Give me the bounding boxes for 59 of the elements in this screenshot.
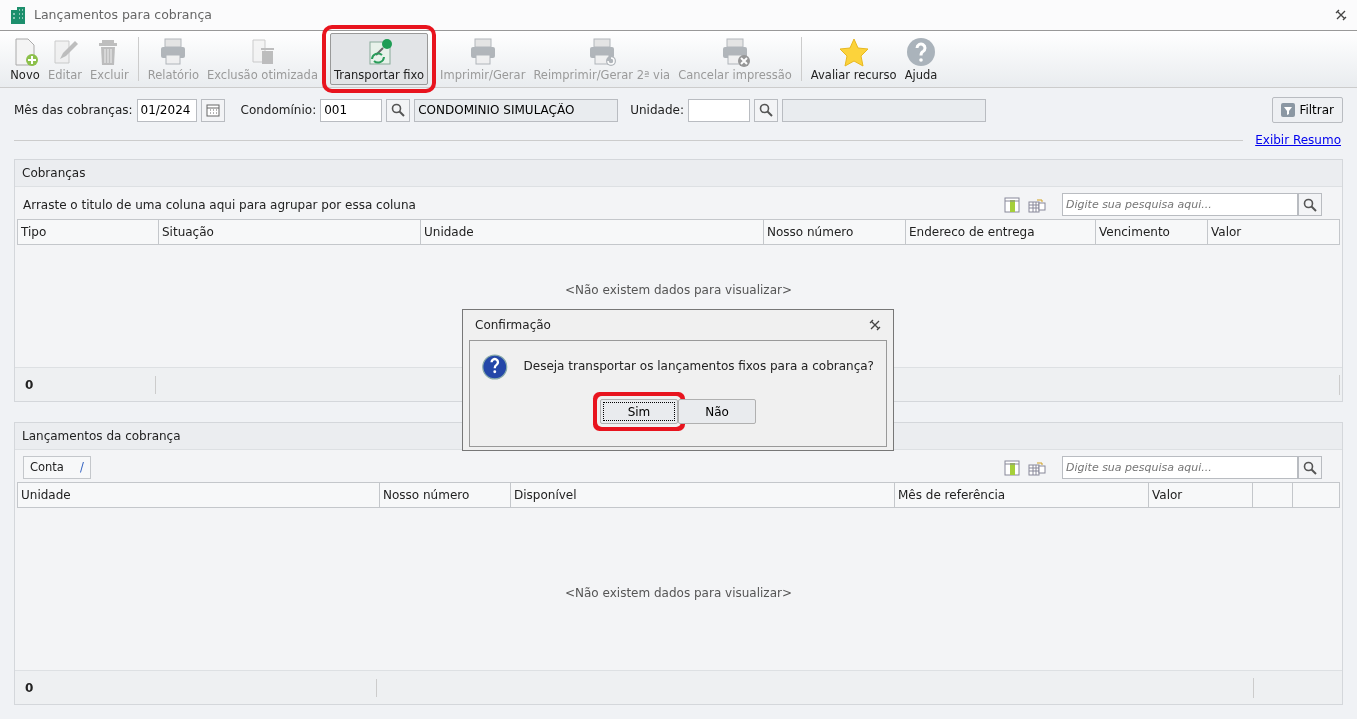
footer-count: 0 [15, 678, 377, 697]
window-title: Lançamentos para cobrança [34, 5, 213, 24]
column-header[interactable]: Disponível [511, 483, 895, 508]
unit-field[interactable] [687, 98, 750, 122]
search-button[interactable] [1298, 456, 1322, 480]
column-header[interactable]: Nosso número [380, 483, 511, 508]
search-button[interactable] [386, 98, 411, 122]
close-icon [869, 319, 881, 331]
search-icon [758, 103, 773, 117]
field-label: Mês das cobranças: [14, 102, 133, 119]
condominium-code-field[interactable]: 001 [320, 98, 383, 122]
funnel-icon [1281, 103, 1296, 117]
toolbar-button[interactable]: Novo [6, 33, 44, 85]
printer-cancel-icon [720, 36, 750, 67]
search-button[interactable] [753, 98, 778, 122]
grid-export-icon [1028, 196, 1046, 213]
search-field[interactable]: Digite sua pesquisa aqui... [1062, 456, 1298, 480]
group-chip[interactable]: Conta / [23, 456, 91, 480]
toolbar-button[interactable]: Avaliar recurso [806, 33, 901, 85]
toolbar-button[interactable]: Ajuda [900, 33, 942, 85]
empty-message: <Não existem dados para visualizar> [565, 585, 792, 603]
month-field[interactable]: 01/2024 [136, 98, 197, 122]
empty-message: <Não existem dados para visualizar> [565, 282, 792, 299]
search-field[interactable]: Digite sua pesquisa aqui... [1062, 193, 1298, 216]
grid-export-icon [1028, 459, 1046, 476]
column-header[interactable]: Vencimento [1096, 220, 1208, 244]
column-header[interactable]: Situação [159, 220, 421, 244]
field-label: Condomínio: [240, 102, 317, 119]
search-button[interactable] [1298, 193, 1322, 216]
group-hint: Arraste o titulo de uma coluna aqui para agrupar por essa coluna [23, 196, 417, 214]
column-header[interactable]: Mês de referência [895, 483, 1149, 508]
calendar-icon [205, 103, 220, 117]
star-icon [838, 36, 869, 67]
column-header[interactable]: Unidade [18, 483, 380, 508]
close-icon [1335, 9, 1347, 21]
dialog-button[interactable]: Não [678, 399, 756, 424]
columns-icon [1004, 196, 1020, 213]
column-header[interactable]: Tipo [18, 220, 159, 244]
search-icon [391, 103, 406, 117]
column-header[interactable]: Valor [1149, 483, 1253, 508]
unit-name-field[interactable] [781, 98, 986, 122]
help-icon [906, 36, 936, 67]
column-header[interactable]: Nosso número [764, 220, 906, 244]
panel-title: Cobranças [15, 160, 1342, 187]
footer-count: 0 [15, 375, 156, 394]
summary-link[interactable]: Exibir Resumo [1255, 131, 1341, 149]
filter-button[interactable]: Filtrar [1272, 97, 1343, 123]
search-icon [1303, 460, 1317, 475]
column-header[interactable]: Unidade [421, 220, 764, 244]
column-header[interactable]: Valor [1208, 220, 1340, 244]
question-icon [482, 351, 508, 383]
building-icon [10, 6, 26, 24]
columns-icon [1004, 459, 1020, 476]
dialog-title: Confirmação [475, 317, 552, 334]
field-label: Unidade: [630, 102, 684, 119]
search-icon [1303, 197, 1317, 212]
condominium-name-field[interactable]: CONDOMINIO SIMULAÇÃO [414, 98, 619, 122]
column-header[interactable]: Endereco de entrega [906, 220, 1096, 244]
dialog-message: Deseja transportar os lançamentos fixos para a cobrança? [523, 358, 874, 375]
